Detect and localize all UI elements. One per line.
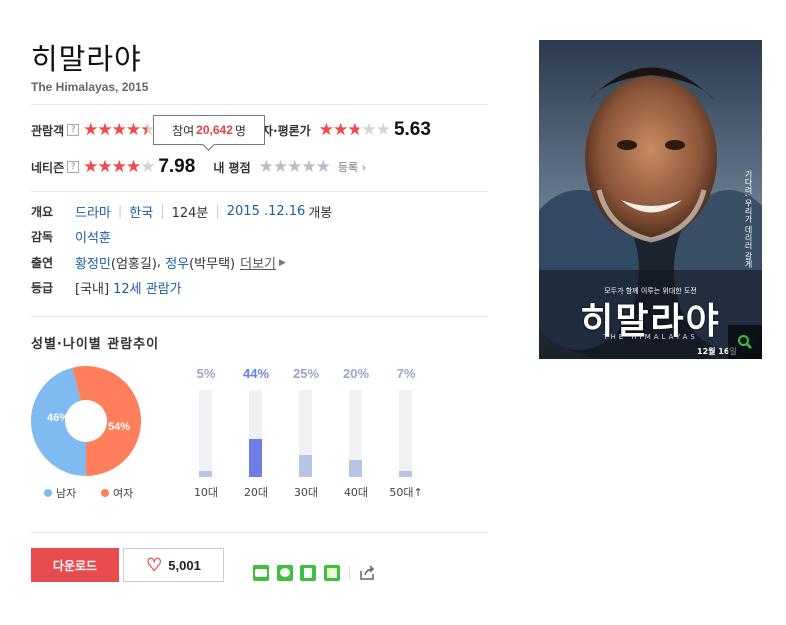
poster-side-text: 기다려, 우리가 데리러 갈게 [744, 170, 753, 269]
audience-stars: ★★★★★★★★★★ [83, 119, 155, 140]
netizen-stars: ★★★★★★★★★★ [83, 156, 155, 177]
female-dot [101, 489, 109, 497]
age-bar-pct-label: 20% [342, 366, 370, 381]
age-bar-pct-label: 7% [396, 366, 416, 381]
critic-stars: ★★★★★★★★★★ [318, 119, 391, 140]
age-bar-30대: 25% 30대 [286, 366, 326, 499]
like-count: 5,001 [168, 557, 201, 573]
my-rating-label: 내 평점 [213, 160, 251, 175]
demographics-title: 성별·나이별 관람추이 [31, 337, 160, 352]
like-button[interactable]: ♡ 5,001 [123, 548, 224, 582]
help-icon[interactable]: ? [67, 161, 80, 173]
movie-poster[interactable]: 모두가 함께 이루는 위대한 도전 히말라야 THE HIMALAYAS 12월… [539, 40, 762, 359]
age-bar-pct-label: 5% [196, 366, 216, 381]
movie-title: 히말라야 [31, 42, 142, 76]
help-icon[interactable]: ? [67, 124, 80, 136]
my-rating-stars[interactable]: ★★★★★ [259, 158, 331, 176]
age-bar-label: 10대 [193, 486, 219, 499]
tooltip-prefix: 참여 [172, 123, 195, 138]
bookmark-share-icon[interactable] [300, 565, 316, 581]
rating-row-audience-critic: 관람객 ? ★★★★★★★★★★ [31, 118, 155, 142]
age-bar-track [299, 390, 312, 477]
age-bar-track [399, 390, 412, 477]
legend-male: 남자 [44, 485, 76, 501]
male-dot [44, 489, 52, 497]
grade-row: 등급 [국내] 12세 관람가 [31, 278, 182, 297]
line-share-icon[interactable] [277, 565, 293, 581]
age-bar-20대: 44% 20대 [236, 366, 276, 499]
zoom-button[interactable] [728, 325, 762, 359]
download-button[interactable]: 다운로드 [31, 548, 119, 582]
male-pct-label: 46% [47, 412, 69, 424]
director-row: 감독 이석훈 [31, 227, 111, 246]
rating-row-netizen: 네티즌 ? ★★★★★★★★★★ 7.98 내 평점 ★★★★★ 등록 › [31, 155, 366, 179]
share-icon[interactable] [358, 564, 376, 582]
age-bar-track [199, 390, 212, 477]
divider [349, 566, 350, 580]
release-suffix: 개봉 [308, 206, 333, 221]
cast-row: 출연 황정민 (엄홍길) , 정우 (박무택) 더보기 ▶ [31, 253, 286, 272]
age-bar-fill [249, 438, 262, 477]
critic-rating-label: 자·평론가 [262, 123, 311, 138]
movie-subtitle: The Himalayas, 2015 [31, 80, 149, 94]
participants-tooltip: 참여 20,642 명 [153, 115, 265, 145]
tooltip-count: 20,642 [196, 123, 233, 137]
gender-donut-chart: 46% 54% [31, 366, 141, 476]
runtime: 124분 [171, 206, 209, 221]
age-bar-10대: 5% 10대 [186, 366, 226, 499]
summary-label: 개요 [31, 205, 54, 219]
age-bar-fill [349, 459, 362, 477]
blog-share-icon[interactable] [253, 565, 269, 581]
age-bar-label: 20대 [243, 486, 269, 499]
caret-right-icon: ▶ [279, 257, 286, 268]
age-bar-track [349, 390, 362, 477]
cast-role-1: (엄홍길) [110, 257, 157, 272]
register-rating-link[interactable]: 등록 › [338, 159, 366, 175]
age-bar-label: 30대 [293, 486, 319, 499]
grade-country: [국내] [75, 282, 110, 297]
search-icon [738, 335, 752, 349]
cast-label: 출연 [31, 256, 54, 270]
grade-label: 등급 [31, 281, 54, 295]
director-link[interactable]: 이석훈 [75, 227, 111, 246]
divider [31, 104, 488, 105]
age-bar-label: 50대↑ [389, 486, 423, 499]
age-bar-pct-label: 25% [292, 366, 320, 381]
release-date-link[interactable]: 2015 .12.16 [227, 204, 306, 219]
audience-rating-label: 관람객 [31, 123, 65, 138]
female-pct-label: 54% [108, 421, 130, 433]
genre-link[interactable]: 드라마 [75, 202, 111, 221]
country-link[interactable]: 한국 [129, 202, 153, 221]
age-bar-fill [199, 471, 212, 477]
critic-rating: 자·평론가 ★★★★★★★★★★ 5.63 [262, 118, 431, 142]
summary-row: 개요 드라마 | 한국 | 124분 | 2015 .12.16 개봉 [31, 202, 333, 221]
cast-more-link[interactable]: 더보기 [240, 253, 276, 272]
age-bar-track [249, 390, 262, 477]
cast-link-1[interactable]: 황정민 [75, 253, 111, 272]
cast-link-2[interactable]: 정우 [165, 253, 189, 272]
age-bar-label: 40대 [343, 486, 369, 499]
divider [31, 532, 488, 533]
band-share-icon[interactable] [324, 565, 340, 581]
critic-score: 5.63 [393, 119, 431, 140]
tooltip-suffix: 명 [234, 123, 246, 138]
age-bar-pct-label: 44% [242, 366, 270, 381]
age-bar-fill [299, 455, 312, 477]
cast-role-2: (박무택) [189, 257, 236, 272]
age-bar-40대: 20% 40대 [336, 366, 376, 499]
grade-link[interactable]: 12세 관람가 [113, 278, 182, 297]
age-bar-fill [399, 470, 412, 477]
netizen-rating-label: 네티즌 [31, 160, 65, 175]
legend-female: 여자 [101, 485, 133, 501]
age-bar-50대: 7% 50대↑ [386, 366, 426, 499]
netizen-score: 7.98 [158, 156, 196, 177]
heart-icon: ♡ [146, 555, 163, 575]
director-label: 감독 [31, 230, 54, 244]
divider [31, 316, 488, 317]
divider [31, 191, 488, 192]
